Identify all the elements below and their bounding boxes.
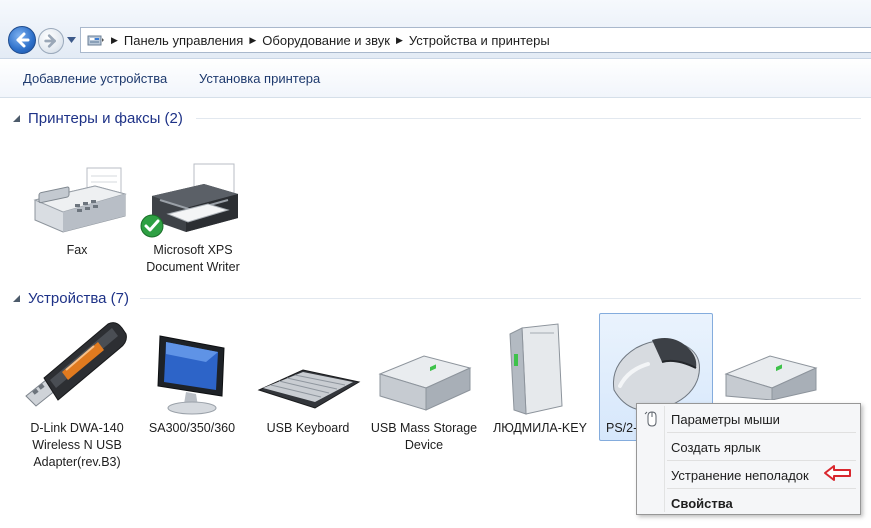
usb-stick-icon xyxy=(25,322,127,407)
menu-item-create-shortcut[interactable]: Создать ярлык xyxy=(639,434,858,460)
device-label: D-Link DWA-140 Wireless N USB Adapter(re… xyxy=(30,421,124,469)
device-usb-keyboard[interactable]: USB Keyboard xyxy=(252,318,364,448)
device-label: USB Mass Storage Device xyxy=(370,421,478,452)
menu-item-label: Свойства xyxy=(671,496,733,511)
group-divider xyxy=(140,298,861,299)
drive-icon xyxy=(378,355,472,411)
fax-icon xyxy=(33,167,127,233)
mouse-settings-icon xyxy=(644,411,657,427)
group-title-printers: Принтеры и факсы (2) xyxy=(28,109,183,127)
menu-separator xyxy=(667,488,856,489)
menu-separator xyxy=(667,460,856,461)
device-label: Microsoft XPS Document Writer xyxy=(146,243,240,274)
device-label: SA300/350/360 xyxy=(148,421,236,435)
group-divider xyxy=(196,118,861,119)
device-monitor-sa300[interactable]: SA300/350/360 xyxy=(136,318,248,448)
device-label: USB Keyboard xyxy=(266,421,350,435)
context-menu: Параметры мыши Создать ярлык Устранение … xyxy=(636,403,861,515)
menu-item-mouse-settings[interactable]: Параметры мыши xyxy=(639,406,858,432)
group-title-devices: Устройства (7) xyxy=(28,289,129,307)
device-dlink-adapter[interactable]: D-Link DWA-140 Wireless N USB Adapter(re… xyxy=(18,318,136,478)
chevron-right-icon[interactable]: ▶ xyxy=(249,35,256,46)
forward-button[interactable] xyxy=(38,28,64,54)
device-label: Fax xyxy=(66,243,88,257)
menu-item-label: Создать ярлык xyxy=(671,440,761,455)
address-bar: ▶ Панель управления ▶ Оборудование и зву… xyxy=(0,0,871,59)
keyboard-icon xyxy=(257,369,361,409)
add-printer-button[interactable]: Установка принтера xyxy=(199,71,320,86)
add-device-button[interactable]: Добавление устройства xyxy=(23,71,167,86)
chevron-right-icon[interactable]: ▶ xyxy=(396,35,403,46)
device-xps-writer[interactable]: Microsoft XPS Document Writer xyxy=(134,160,252,280)
computer-icon xyxy=(509,323,563,415)
breadcrumb-item-devices-printers[interactable]: Устройства и принтеры xyxy=(409,33,550,48)
group-header-devices[interactable]: Устройства (7) xyxy=(12,288,129,308)
device-label: ЛЮДМИЛА-KEY xyxy=(493,421,587,435)
drive-icon xyxy=(724,355,818,400)
menu-separator xyxy=(667,432,856,433)
chevron-down-icon[interactable] xyxy=(67,37,76,43)
chevron-right-icon: ▶ xyxy=(111,34,118,45)
menu-item-label: Параметры мыши xyxy=(671,412,780,427)
back-button[interactable] xyxy=(8,26,36,54)
device-storage-2[interactable] xyxy=(716,318,828,400)
menu-item-properties[interactable]: Свойства xyxy=(639,490,858,516)
red-arrow-icon xyxy=(824,465,851,481)
breadcrumb[interactable]: ▶ Панель управления ▶ Оборудование и зву… xyxy=(80,27,871,53)
breadcrumb-item-control-panel[interactable]: Панель управления xyxy=(124,33,243,48)
control-panel-icon xyxy=(87,35,104,46)
device-usb-mass-storage[interactable]: USB Mass Storage Device xyxy=(368,318,480,468)
monitor-icon xyxy=(157,335,225,415)
breadcrumb-item-hardware-sound[interactable]: Оборудование и звук xyxy=(262,33,390,48)
collapse-arrow-icon[interactable] xyxy=(12,294,21,303)
arrow-right-icon xyxy=(44,34,56,48)
device-computer-key[interactable]: ЛЮДМИЛА-KEY xyxy=(484,318,596,448)
default-checkmark-icon xyxy=(140,214,164,238)
collapse-arrow-icon[interactable] xyxy=(12,114,21,123)
arrow-left-icon xyxy=(16,32,30,48)
group-header-printers[interactable]: Принтеры и факсы (2) xyxy=(12,108,183,128)
menu-item-label: Устранение неполадок xyxy=(671,468,809,483)
device-fax[interactable]: Fax xyxy=(18,160,136,260)
command-bar: Добавление устройства Установка принтера xyxy=(0,59,871,98)
